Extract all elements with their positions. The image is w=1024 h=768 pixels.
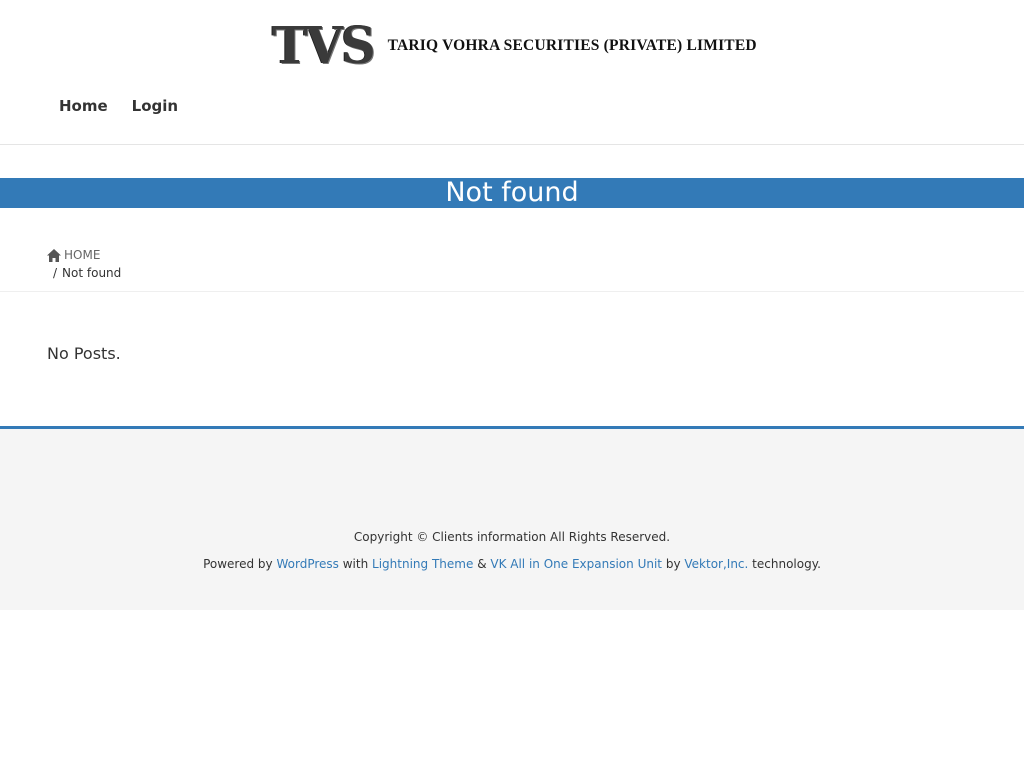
powered-prefix: Powered by <box>203 557 273 571</box>
site-footer: Copyright © Clients information All Righ… <box>0 426 1024 610</box>
page-header: Not found <box>0 178 1024 208</box>
breadcrumb: HOME / Not found <box>47 248 121 280</box>
vk-expansion-unit-link[interactable]: VK All in One Expansion Unit <box>490 557 662 571</box>
lightning-theme-link[interactable]: Lightning Theme <box>372 557 473 571</box>
copyright-text: Copyright © Clients information All Righ… <box>353 530 671 544</box>
powered-amp: & <box>477 557 487 571</box>
vektor-link[interactable]: Vektor,Inc. <box>684 557 748 571</box>
logo-mark: TVS <box>272 16 376 76</box>
breadcrumb-separator: / <box>53 266 58 280</box>
page-title: Not found <box>445 177 579 208</box>
powered-by-word: by <box>665 557 681 571</box>
powered-suffix: technology. <box>752 557 821 571</box>
no-posts-message: No Posts. <box>47 344 121 363</box>
powered-with: with <box>342 557 369 571</box>
logo-text: TARIQ VOHRA SECURITIES (PRIVATE) LIMITED <box>387 37 757 54</box>
nav-item-home[interactable]: Home <box>47 94 120 118</box>
breadcrumb-home-label: HOME <box>64 248 101 262</box>
nav-item-login[interactable]: Login <box>120 94 190 118</box>
main-nav: Home Login <box>47 94 190 118</box>
breadcrumb-current-label: Not found <box>62 266 122 280</box>
site-logo[interactable]: TVS TARIQ VOHRA SECURITIES (PRIVATE) LIM… <box>272 16 757 76</box>
wordpress-link[interactable]: WordPress <box>276 557 338 571</box>
breadcrumb-current: / Not found <box>47 266 121 280</box>
breadcrumb-divider <box>0 291 1024 292</box>
site-header: TVS TARIQ VOHRA SECURITIES (PRIVATE) LIM… <box>0 0 1024 145</box>
powered-by: Powered by WordPress with Lightning Them… <box>0 557 1024 571</box>
home-icon <box>47 248 61 262</box>
breadcrumb-home[interactable]: HOME <box>47 248 121 262</box>
